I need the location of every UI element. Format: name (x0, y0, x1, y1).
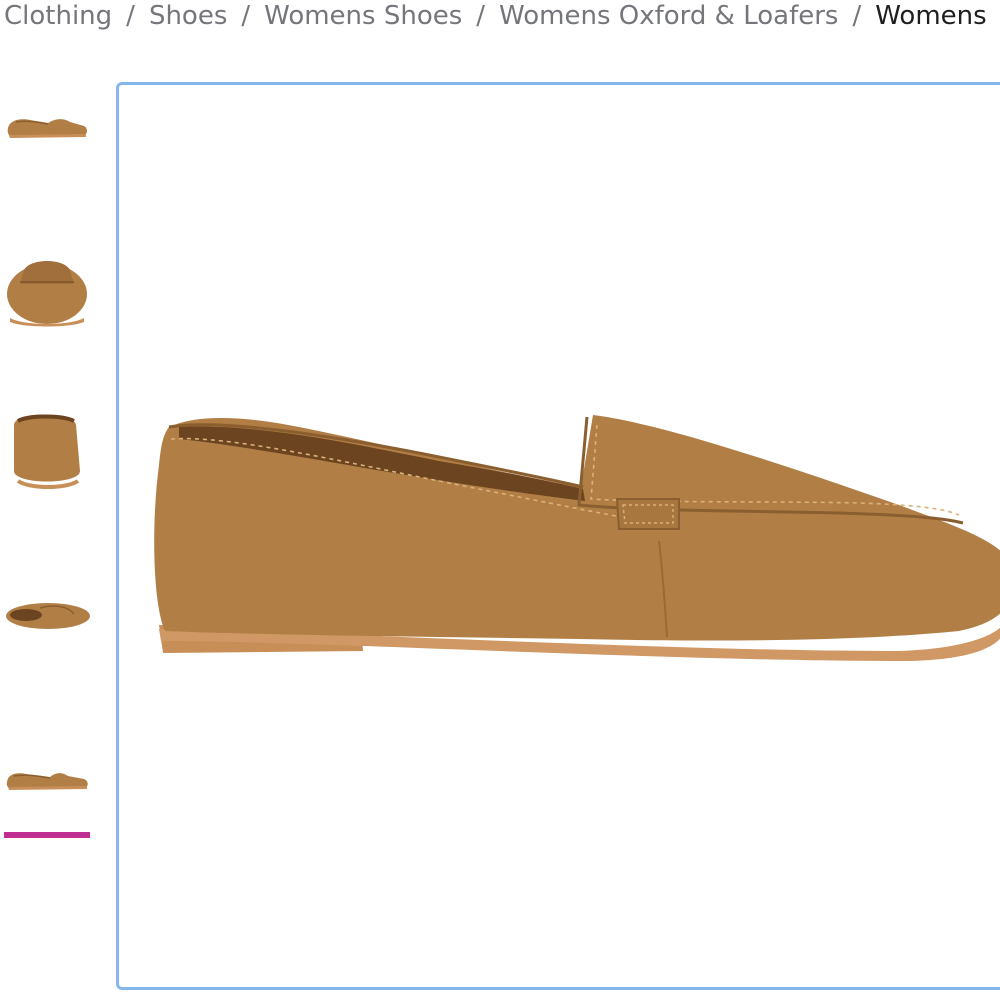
breadcrumb-current: Womens (875, 1, 987, 31)
breadcrumb-shoes[interactable]: Shoes (149, 1, 227, 31)
shoe-back-thumbnail-image (14, 414, 80, 489)
main-image-viewer[interactable] (116, 82, 1000, 990)
selected-thumbnail-indicator (4, 832, 90, 838)
thumbnail-front-view[interactable] (4, 240, 90, 336)
breadcrumb: Clothing / Shoes / Womens Shoes / Womens Oxfor… (4, 0, 1000, 34)
breadcrumb-separator: / (241, 1, 251, 31)
breadcrumb-separator: / (852, 1, 862, 31)
loafer-main-image (154, 415, 1000, 661)
shoe-side-thumbnail-image (7, 119, 88, 138)
shoe-side-thumbnail-image (6, 773, 88, 790)
thumbnail-back-view[interactable] (4, 402, 90, 498)
shoe-top-thumbnail-image (6, 603, 90, 629)
breadcrumb-separator: / (476, 1, 486, 31)
thumbnail-top-view[interactable] (4, 566, 90, 662)
shoe-front-thumbnail-image (7, 261, 87, 327)
breadcrumb-clothing[interactable]: Clothing (4, 1, 112, 31)
breadcrumb-separator: / (126, 1, 135, 31)
breadcrumb-womens-shoes[interactable]: Womens Shoes (264, 1, 462, 31)
thumbnail-side-view[interactable] (4, 76, 90, 172)
thumbnail-side-view-selected[interactable] (4, 728, 90, 824)
product-page: Clothing / Shoes / Womens Shoes / Womens Oxfor… (0, 0, 1000, 1000)
breadcrumb-womens-oxford-loafers[interactable]: Womens Oxford & Loafers (499, 1, 838, 31)
